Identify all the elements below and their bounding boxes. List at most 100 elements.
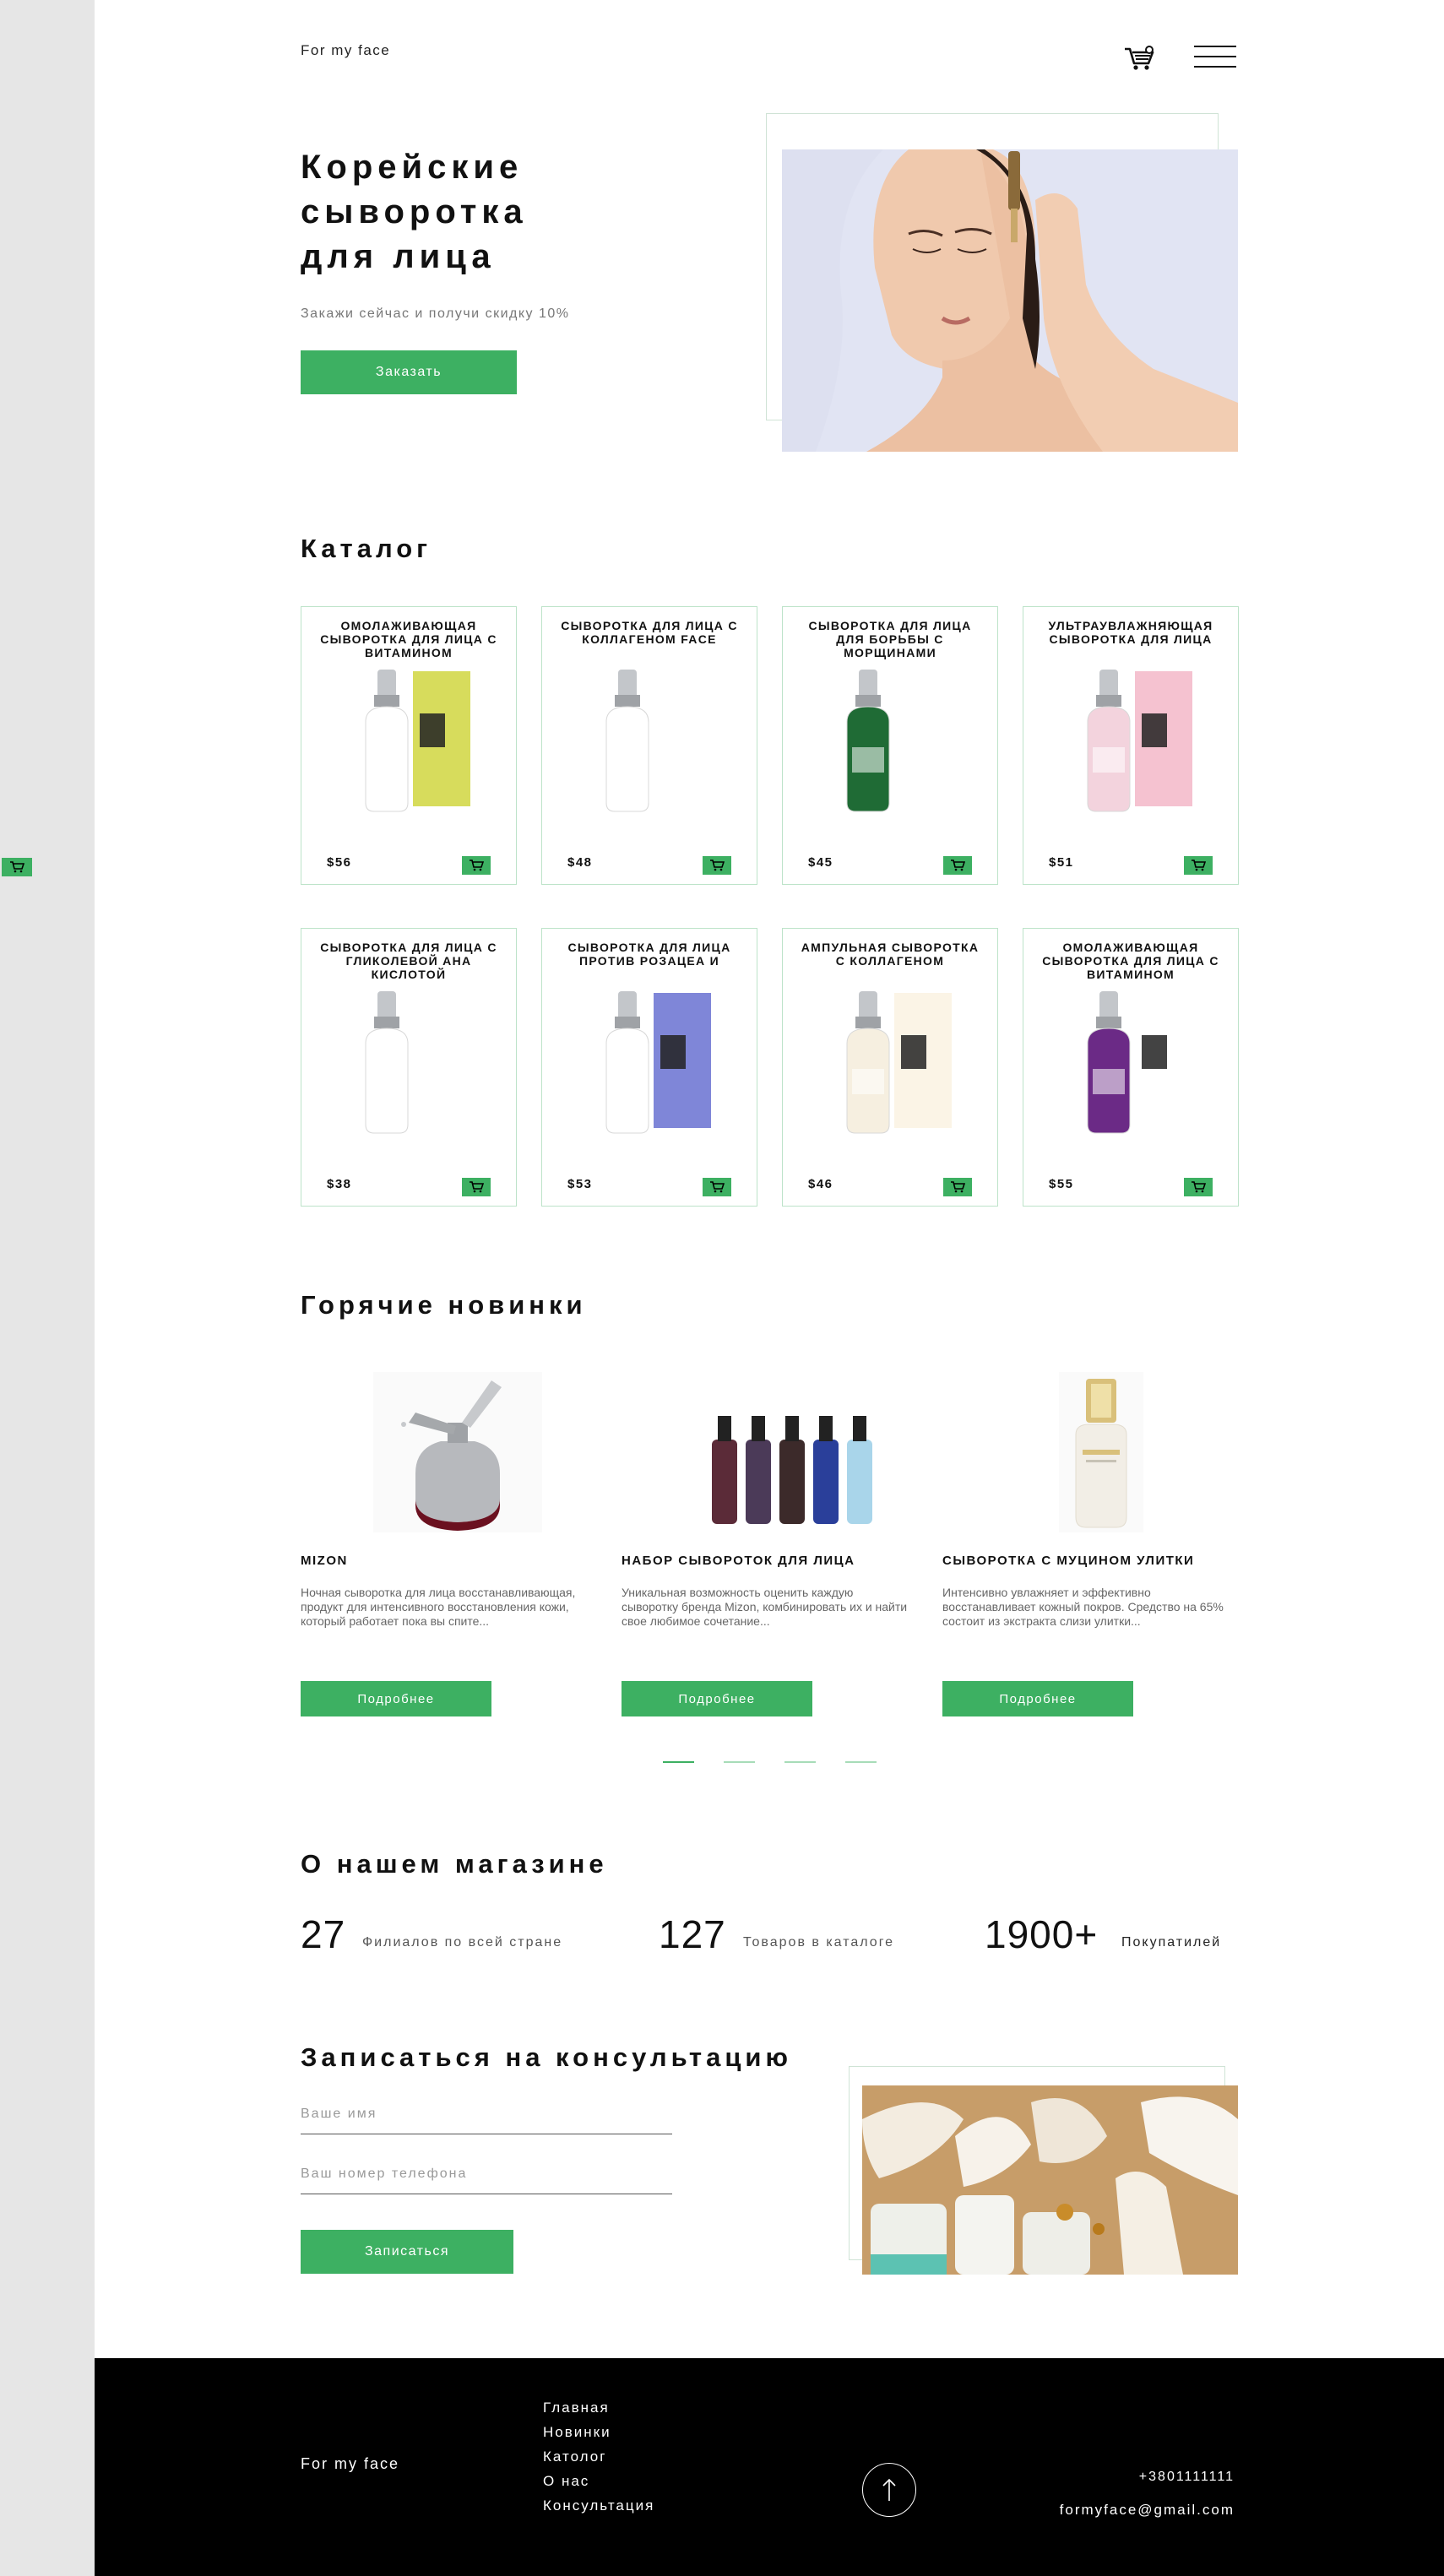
product-card[interactable]: СЫВОРОТКА ДЛЯ ЛИЦА ДЛЯ БОРЬБЫ С МОРЩИНАМ… <box>782 606 998 885</box>
cart-icon <box>470 1181 484 1193</box>
product-price: $46 <box>808 1177 833 1191</box>
about-title: О нашем магазине <box>301 1849 608 1879</box>
hot-product-name: MIZON <box>301 1554 348 1568</box>
cart-icon <box>710 860 725 871</box>
product-name: СЫВОРОТКА ДЛЯ ЛИЦА С ГЛИКОЛЕВОЙ АНА КИСЛ… <box>320 941 497 981</box>
product-name: УЛЬТРАУВЛАЖНЯЮЩАЯ СЫВОРОТКА ДЛЯ ЛИЦА <box>1048 619 1213 646</box>
menu-button[interactable] <box>1194 46 1236 71</box>
hero-title-line: Корейские <box>301 149 524 186</box>
product-card[interactable]: СЫВОРОТКА ДЛЯ ЛИЦА ПРОТИВ РОЗАЦЕА И $53 <box>541 928 757 1207</box>
product-card[interactable]: СЫВОРОТКА ДЛЯ ЛИЦА С КОЛЛАГЕНОМ FACE $48 <box>541 606 757 885</box>
add-to-cart-button[interactable] <box>703 856 731 875</box>
product-card[interactable]: УЛЬТРАУВЛАЖНЯЮЩАЯ СЫВОРОТКА ДЛЯ ЛИЦА $51 <box>1023 606 1239 885</box>
woman-applying-serum-illustration <box>782 149 1238 452</box>
catalog-title: Каталог <box>301 534 432 563</box>
slider-dot[interactable] <box>724 1761 755 1763</box>
serum-bottle-icon <box>1087 991 1192 1134</box>
site-logo[interactable]: For my face <box>301 42 390 59</box>
details-button[interactable]: Подробнее <box>942 1681 1133 1716</box>
hero-title-line: сыворотка <box>301 193 528 230</box>
footer-phone[interactable]: +3801111111 <box>1139 2470 1235 2485</box>
product-price: $55 <box>1049 1177 1074 1191</box>
hot-product-name: НАБОР СЫВОРОТОК ДЛЯ ЛИЦА <box>622 1554 855 1568</box>
slider-dot[interactable] <box>845 1761 877 1763</box>
burger-line <box>1194 56 1236 57</box>
product-price: $51 <box>1049 855 1074 870</box>
left-rail <box>0 0 95 2576</box>
header-cart-button[interactable] <box>1123 44 1157 73</box>
serum-bottle-icon <box>365 670 470 812</box>
details-button[interactable]: Подробнее <box>301 1681 491 1716</box>
add-to-cart-button[interactable] <box>943 856 972 875</box>
stat-label: Филиалов по всей стране <box>362 1935 563 1950</box>
product-image <box>566 984 733 1136</box>
product-name: СЫВОРОТКА ДЛЯ ЛИЦА ПРОТИВ РОЗАЦЕА И <box>567 941 731 968</box>
stat-value: 27 <box>301 1912 346 1956</box>
cart-icon <box>1192 1181 1206 1193</box>
footer-nav-about[interactable]: О нас <box>543 2473 654 2497</box>
consult-photo <box>862 2085 1238 2275</box>
product-name: СЫВОРОТКА ДЛЯ ЛИЦА С КОЛЛАГЕНОМ FACE <box>561 619 738 646</box>
add-to-cart-button[interactable] <box>943 1178 972 1196</box>
add-to-cart-button[interactable] <box>462 1178 491 1196</box>
add-to-cart-button[interactable] <box>703 1178 731 1196</box>
footer-nav-home[interactable]: Главная <box>543 2400 654 2424</box>
serum-bottle-icon <box>846 670 890 812</box>
mizon-jar-dropper-icon <box>373 1372 542 1532</box>
product-image <box>806 663 974 815</box>
cart-icon <box>10 861 24 873</box>
footer-nav: Главная Новинки Католог О нас Консультац… <box>543 2400 654 2522</box>
serum-bottle-icon <box>365 991 409 1134</box>
scroll-up-button[interactable] <box>862 2463 916 2517</box>
cart-icon <box>951 1181 965 1193</box>
stat-label: Товаров в каталоге <box>743 1935 895 1950</box>
details-button[interactable]: Подробнее <box>622 1681 812 1716</box>
hero-title-line: для лица <box>301 238 496 275</box>
cream-swatches-illustration <box>862 2085 1238 2275</box>
product-card[interactable]: СЫВОРОТКА ДЛЯ ЛИЦА С ГЛИКОЛЕВОЙ АНА КИСЛ… <box>301 928 517 1207</box>
footer-nav-catalog[interactable]: Католог <box>543 2449 654 2473</box>
arrow-up-icon <box>882 2478 896 2501</box>
product-name: ОМОЛАЖИВАЮЩАЯ СЫВОРОТКА ДЛЯ ЛИЦА С ВИТАМ… <box>320 619 497 659</box>
signup-button[interactable]: Записаться <box>301 2230 513 2274</box>
cart-icon <box>1192 860 1206 871</box>
product-image <box>1047 663 1214 815</box>
product-price: $38 <box>327 1177 352 1191</box>
slider-dot[interactable] <box>784 1761 816 1763</box>
product-card[interactable]: АМПУЛЬНАЯ СЫВОРОТКА С КОЛЛАГЕНОМ $46 <box>782 928 998 1207</box>
product-image <box>325 984 492 1136</box>
stat-value: 1900+ <box>985 1912 1099 1956</box>
hot-product-description: Ночная сыворотка для лица восстанавливаю… <box>301 1586 576 1628</box>
product-name: СЫВОРОТКА ДЛЯ ЛИЦА ДЛЯ БОРЬБЫ С МОРЩИНАМ… <box>808 619 972 659</box>
phone-field[interactable] <box>301 2154 672 2194</box>
footer <box>95 2358 1444 2576</box>
consult-title: Записаться на консультацию <box>301 2042 792 2072</box>
burger-menu-icon <box>1194 46 1236 47</box>
add-to-cart-button[interactable] <box>462 856 491 875</box>
stat-label: Покупатилей <box>1121 1935 1222 1950</box>
slider-dot[interactable] <box>663 1761 694 1763</box>
add-to-cart-button[interactable] <box>1184 856 1213 875</box>
footer-logo[interactable]: For my face <box>301 2455 399 2473</box>
hero-title: Корейские сыворотка для лица <box>301 145 528 279</box>
page: For my face Корейские сыворотка для лица… <box>95 0 1444 2576</box>
footer-nav-new[interactable]: Новинки <box>543 2424 654 2449</box>
stat-value: 127 <box>659 1912 726 1956</box>
serum-bottle-icon <box>605 670 649 812</box>
hero-subtitle: Закажи сейчас и получи скидку 10% <box>301 306 570 321</box>
add-to-cart-button[interactable] <box>1184 1178 1213 1196</box>
hot-product-image <box>974 1372 1228 1532</box>
product-card[interactable]: ОМОЛАЖИВАЮЩАЯ СЫВОРОТКА ДЛЯ ЛИЦА С ВИТАМ… <box>301 606 517 885</box>
footer-email[interactable]: formyface@gmail.com <box>1060 2502 1235 2519</box>
order-button[interactable]: Заказать <box>301 350 517 394</box>
hot-product-image <box>331 1372 584 1532</box>
name-field[interactable] <box>301 2094 672 2134</box>
footer-nav-consult[interactable]: Консультация <box>543 2497 654 2522</box>
product-price: $53 <box>567 1177 593 1191</box>
product-name: ОМОЛАЖИВАЮЩАЯ СЫВОРОТКА ДЛЯ ЛИЦА С ВИТАМ… <box>1042 941 1219 981</box>
hot-title: Горячие новинки <box>301 1290 587 1320</box>
product-image <box>1047 984 1214 1136</box>
floating-cart-button[interactable] <box>2 858 32 876</box>
product-card[interactable]: ОМОЛАЖИВАЮЩАЯ СЫВОРОТКА ДЛЯ ЛИЦА С ВИТАМ… <box>1023 928 1239 1207</box>
serum-bottle-icon <box>1087 670 1192 812</box>
